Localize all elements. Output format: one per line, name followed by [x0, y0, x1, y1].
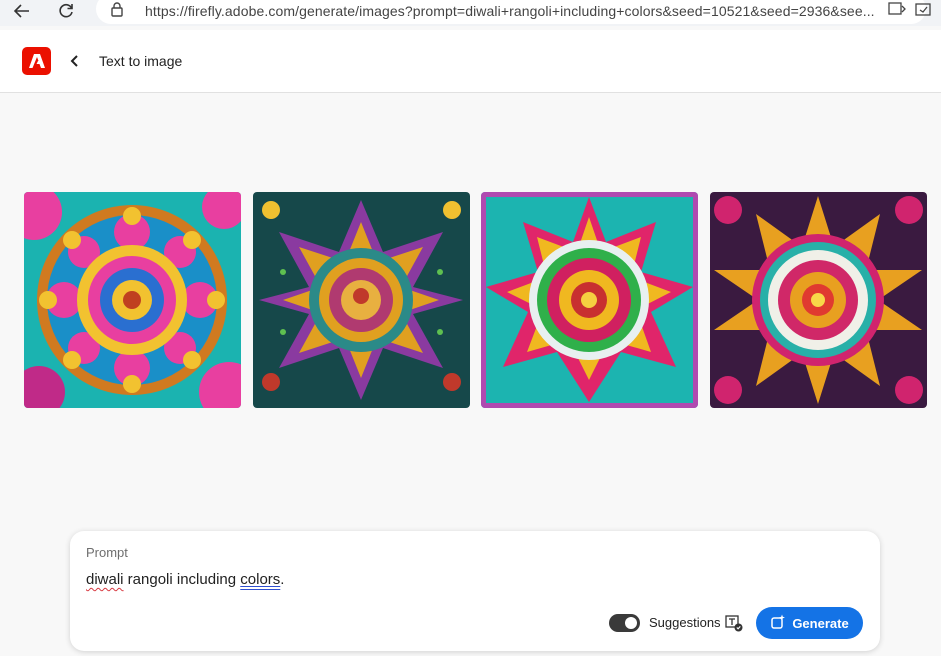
browser-toolbar: https://firefly.adobe.com/generate/image…	[0, 0, 941, 26]
prompt-input[interactable]: diwali rangoli including colors.	[86, 571, 284, 588]
generate-label: Generate	[792, 615, 849, 631]
generated-image-4[interactable]	[710, 192, 927, 408]
prompt-text-middle: rangoli including	[123, 571, 241, 588]
generate-button[interactable]: Generate	[756, 607, 863, 639]
back-arrow-icon[interactable]	[9, 0, 35, 22]
adobe-logo-icon[interactable]	[22, 47, 51, 75]
reader-view-icon[interactable]	[888, 1, 906, 22]
prompt-panel: Prompt diwali rangoli including colors. …	[70, 531, 880, 651]
toggle-knob	[625, 617, 637, 629]
extension-icon[interactable]	[915, 1, 933, 22]
generated-image-1[interactable]	[24, 192, 241, 408]
chevron-left-icon[interactable]	[68, 53, 82, 69]
prompt-label: Prompt	[86, 545, 128, 560]
prompt-word-misspelled: diwali	[86, 571, 124, 588]
page-title: Text to image	[99, 53, 183, 69]
suggestions-label: Suggestions	[649, 615, 721, 630]
generated-image-3[interactable]	[481, 192, 698, 408]
prompt-word-flagged: colors	[240, 571, 281, 588]
text-check-icon[interactable]	[725, 614, 743, 632]
lock-icon[interactable]	[110, 1, 124, 22]
url-text[interactable]: https://firefly.adobe.com/generate/image…	[145, 3, 875, 19]
refresh-icon[interactable]	[53, 0, 79, 22]
generate-sparkle-icon	[770, 614, 786, 633]
generated-image-2[interactable]	[253, 192, 470, 408]
app-header: Text to image	[0, 30, 941, 93]
prompt-text-end: .	[280, 571, 285, 588]
suggestions-toggle[interactable]	[609, 614, 640, 632]
